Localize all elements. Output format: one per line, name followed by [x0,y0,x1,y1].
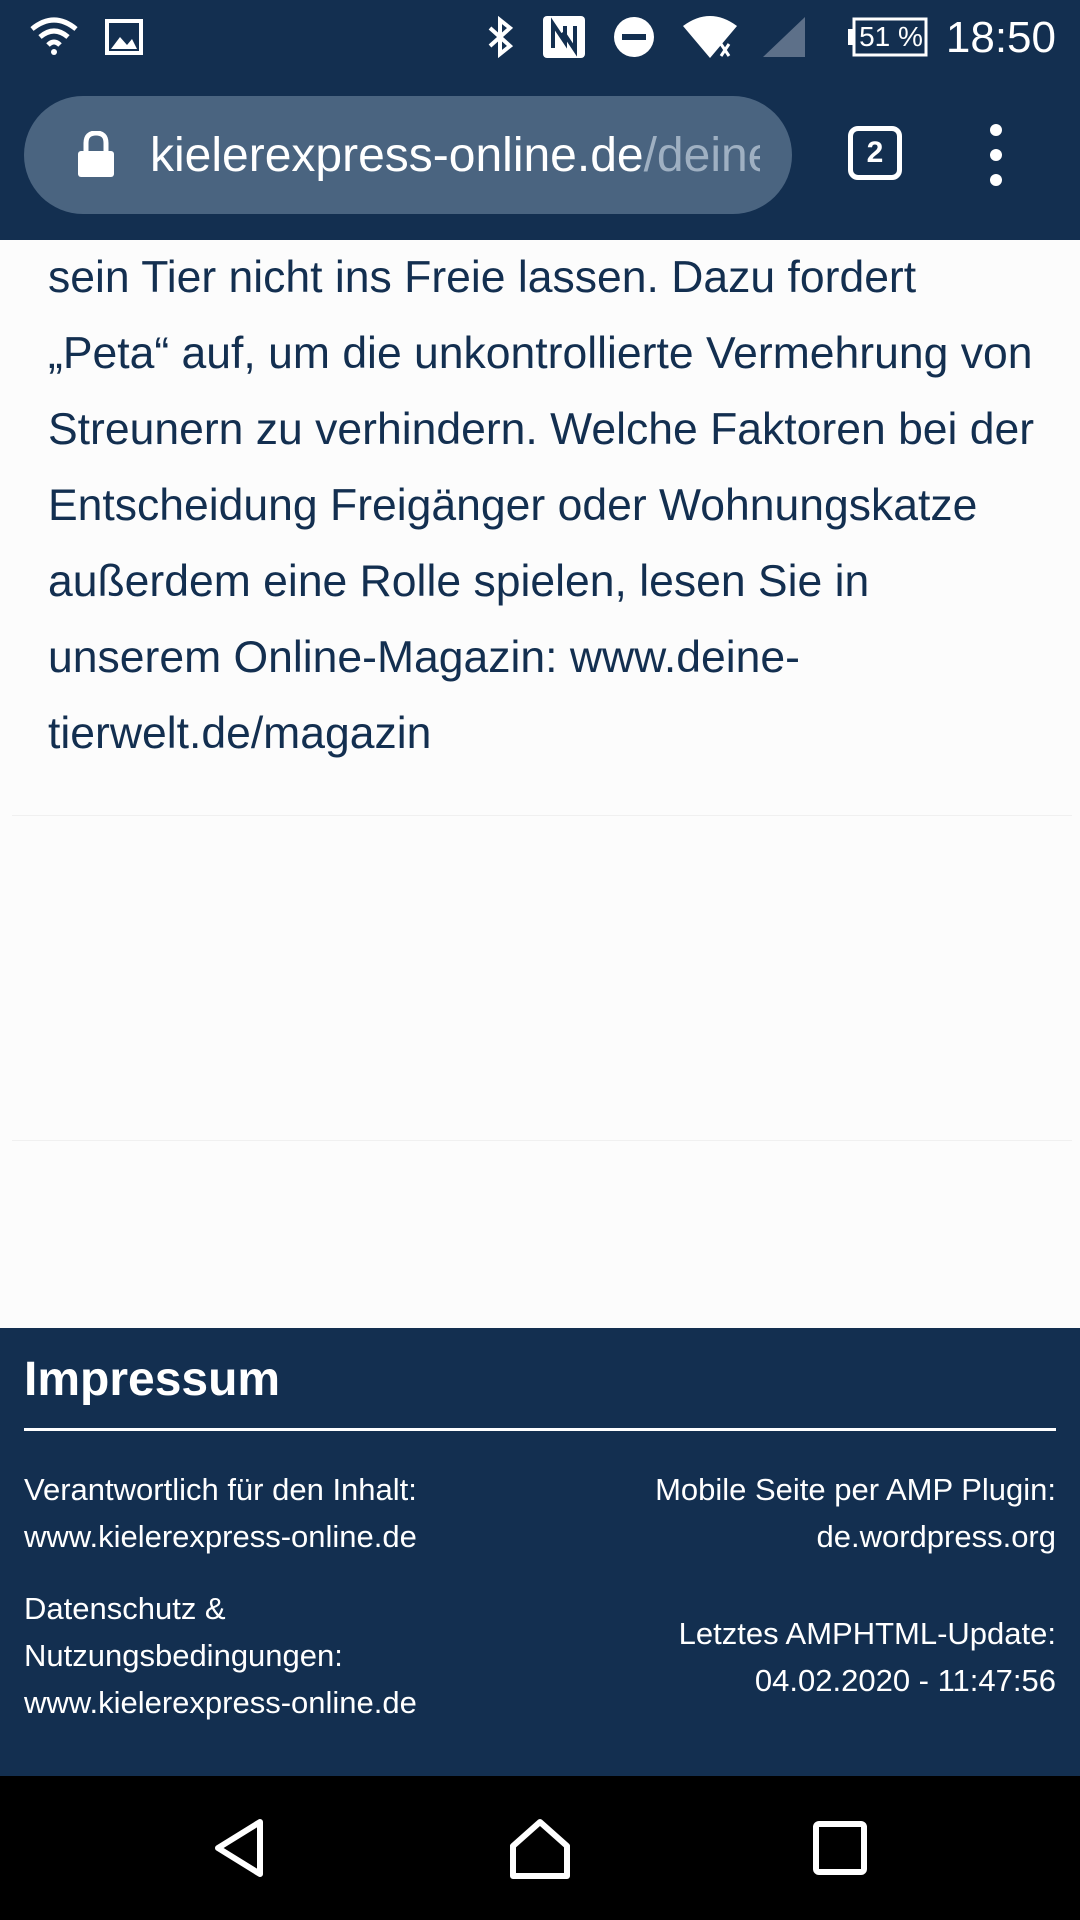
update-label: Letztes AMPHTML-Update: [678,1616,1056,1651]
amp-label: Mobile Seite per AMP Plugin: [655,1472,1056,1507]
wifi-icon [28,12,80,62]
tab-switcher-button[interactable]: 2 [848,126,902,180]
privacy-label-2: Nutzungsbedingungen: [24,1638,343,1673]
battery-icon: 51 % [846,12,928,62]
do-not-disturb-icon [612,12,656,62]
divider [12,815,1072,816]
article-content: sein Tier nicht ins Freie lassen. Dazu f… [0,240,1080,815]
update-block: Letztes AMPHTML-Update: 04.02.2020 - 11:… [679,1610,1056,1704]
responsible-block: Verantwortlich für den Inhalt: www.kiele… [24,1466,417,1560]
back-icon [215,1819,263,1877]
update-timestamp: 04.02.2020 - 11:47:56 [754,1663,1056,1698]
footer-impressum: Impressum Verantwortlich für den Inhalt:… [0,1328,1080,1776]
nfc-icon [540,12,588,62]
browser-toolbar: kielerexpress-online.de/deine 2 [0,76,1080,240]
responsible-link[interactable]: www.kielerexpress-online.de [24,1513,417,1560]
cell-signal-icon [760,12,808,62]
bluetooth-icon [484,12,516,62]
footer-rule [24,1428,1056,1431]
privacy-label: Datenschutz & [24,1591,226,1626]
image-icon [104,12,144,62]
recents-icon [813,1821,867,1875]
recents-button[interactable] [800,1808,880,1888]
amp-link[interactable]: de.wordpress.org [655,1513,1056,1560]
status-time: 18:50 [945,13,1056,62]
status-bar: 51 % 18:50 [0,0,1080,76]
privacy-block: Datenschutz & Nutzungsbedingungen: www.k… [24,1585,417,1726]
more-options-icon[interactable] [976,120,1016,190]
divider [12,1140,1072,1141]
url-path: /deine [643,128,760,182]
article-paragraph: sein Tier nicht ins Freie lassen. Dazu f… [48,253,1035,758]
battery-percentage: 51 % [859,21,923,52]
url-text[interactable]: kielerexpress-online.de/deine [150,128,760,183]
wifi-signal-icon [680,12,740,62]
lock-icon [78,131,114,177]
back-button[interactable] [200,1808,280,1888]
url-bar[interactable]: kielerexpress-online.de/deine [24,96,792,214]
responsible-label: Verantwortlich für den Inhalt: [24,1472,417,1507]
amp-block: Mobile Seite per AMP Plugin: de.wordpres… [655,1466,1056,1560]
footer-title: Impressum [24,1353,281,1406]
tab-count: 2 [866,136,884,169]
navigation-bar [0,1776,1080,1920]
privacy-link[interactable]: www.kielerexpress-online.de [24,1679,417,1726]
home-icon [510,1819,570,1879]
url-host: kielerexpress-online.de [150,128,644,182]
home-button[interactable] [500,1808,580,1888]
